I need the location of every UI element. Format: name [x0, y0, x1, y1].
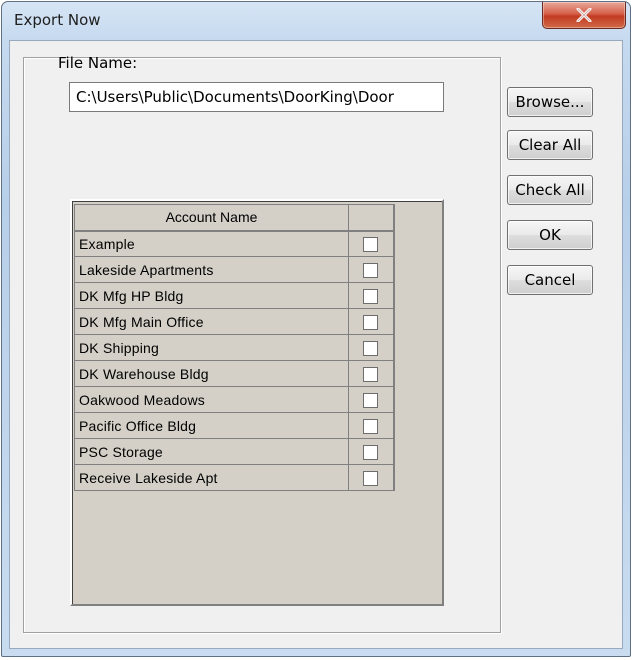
browse-button[interactable]: Browse...: [507, 87, 593, 117]
table-row[interactable]: DK Mfg HP Bldg: [74, 282, 395, 309]
select-column-header: [348, 204, 395, 232]
account-checkbox[interactable]: [363, 288, 379, 304]
check-all-button[interactable]: Check All: [507, 175, 593, 205]
account-select-cell: [348, 464, 395, 491]
account-table: Account Name Example Lakeside Apartments D…: [74, 204, 395, 491]
cancel-button[interactable]: Cancel: [507, 265, 593, 295]
clear-all-button[interactable]: Clear All: [507, 130, 593, 160]
account-select-cell: [348, 412, 395, 439]
account-checkbox[interactable]: [363, 237, 379, 253]
table-row[interactable]: Example: [74, 230, 395, 257]
account-name-cell: Lakeside Apartments: [74, 256, 349, 283]
table-row[interactable]: PSC Storage: [74, 438, 395, 465]
account-select-cell: [348, 386, 395, 413]
account-name-cell: Example: [74, 230, 349, 257]
account-checkbox[interactable]: [363, 392, 379, 408]
account-select-cell: [348, 230, 395, 257]
table-row[interactable]: DK Mfg Main Office: [74, 308, 395, 335]
account-checkbox[interactable]: [363, 314, 379, 330]
account-checkbox[interactable]: [363, 444, 379, 460]
account-name-cell: Pacific Office Bldg: [74, 412, 349, 439]
window-title: Export Now: [14, 11, 101, 29]
account-name-header: Account Name: [74, 204, 349, 232]
account-name-cell: Receive Lakeside Apt: [74, 464, 349, 491]
account-grid: Account Name Example Lakeside Apartments D…: [70, 199, 444, 606]
table-row[interactable]: DK Shipping: [74, 334, 395, 361]
account-name-cell: Oakwood Meadows: [74, 386, 349, 413]
table-row[interactable]: Pacific Office Bldg: [74, 412, 395, 439]
account-checkbox[interactable]: [363, 470, 379, 486]
account-name-cell: DK Warehouse Bldg: [74, 360, 349, 387]
close-button[interactable]: [542, 2, 626, 29]
account-name-cell: DK Shipping: [74, 334, 349, 361]
account-select-cell: [348, 360, 395, 387]
account-select-cell: [348, 438, 395, 465]
account-name-cell: PSC Storage: [74, 438, 349, 465]
file-name-label: File Name:: [58, 54, 138, 72]
account-select-cell: [348, 256, 395, 283]
account-name-cell: DK Mfg Main Office: [74, 308, 349, 335]
account-select-cell: [348, 308, 395, 335]
close-icon: [576, 8, 592, 22]
table-row[interactable]: Oakwood Meadows: [74, 386, 395, 413]
account-checkbox[interactable]: [363, 340, 379, 356]
ok-button[interactable]: OK: [507, 220, 593, 250]
table-row[interactable]: Receive Lakeside Apt: [74, 464, 395, 491]
account-select-cell: [348, 282, 395, 309]
table-row[interactable]: DK Warehouse Bldg: [74, 360, 395, 387]
account-select-cell: [348, 334, 395, 361]
table-header-row: Account Name: [74, 204, 395, 232]
table-row[interactable]: Lakeside Apartments: [74, 256, 395, 283]
account-checkbox[interactable]: [363, 418, 379, 434]
account-table-body: Example Lakeside Apartments DK Mfg HP Bldg…: [74, 230, 395, 491]
account-name-cell: DK Mfg HP Bldg: [74, 282, 349, 309]
file-name-input[interactable]: [69, 82, 444, 112]
account-checkbox[interactable]: [363, 366, 379, 382]
account-checkbox[interactable]: [363, 262, 379, 278]
